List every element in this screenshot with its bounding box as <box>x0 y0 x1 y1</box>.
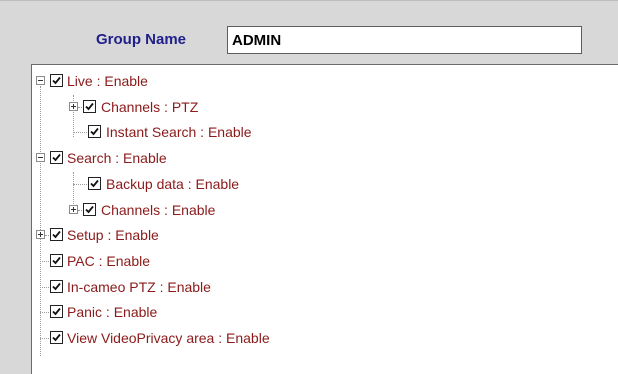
tree-node-label: Panic : Enable <box>67 304 158 320</box>
tree-node-panic[interactable]: Panic : Enable <box>32 303 272 321</box>
collapse-icon[interactable] <box>36 76 45 85</box>
tree-node-backup-data[interactable]: Backup data : Enable <box>32 175 332 193</box>
tree-node-label: Backup data : Enable <box>106 176 240 192</box>
permission-tree: Live : Enable Channels : PTZ Instant Sea… <box>32 65 618 374</box>
group-name-input[interactable] <box>227 26 582 54</box>
tree-node-label: PAC : Enable <box>67 253 151 269</box>
expand-icon[interactable] <box>69 205 78 214</box>
collapse-icon[interactable] <box>36 153 45 162</box>
tree-node-label: Instant Search : Enable <box>106 124 252 140</box>
tree-node-label: Setup : Enable <box>67 227 159 243</box>
checkbox-checked-icon[interactable] <box>50 228 63 241</box>
tree-node-pac[interactable]: PAC : Enable <box>32 252 272 270</box>
tree-node-label: In-cameo PTZ : Enable <box>67 279 211 295</box>
tree-node-label: Channels : Enable <box>101 202 216 218</box>
tree-node-instant-search[interactable]: Instant Search : Enable <box>32 123 332 141</box>
checkbox-checked-icon[interactable] <box>50 254 63 267</box>
tree-node-label: View VideoPrivacy area : Enable <box>67 330 270 346</box>
checkbox-checked-icon[interactable] <box>50 331 63 344</box>
checkbox-checked-icon[interactable] <box>83 100 96 113</box>
checkbox-checked-icon[interactable] <box>83 203 96 216</box>
tree-node-label: Channels : PTZ <box>101 99 199 115</box>
checkbox-checked-icon[interactable] <box>50 305 63 318</box>
tree-node-setup[interactable]: Setup : Enable <box>32 226 272 244</box>
tree-node-label: Live : Enable <box>67 73 148 89</box>
permission-dialog: Group Name Live : Enable <box>0 0 618 374</box>
group-name-label: Group Name <box>96 31 187 48</box>
expand-icon[interactable] <box>69 102 78 111</box>
tree-node-in-cameo-ptz[interactable]: In-cameo PTZ : Enable <box>32 278 292 296</box>
tree-node-search-channels[interactable]: Channels : Enable <box>32 201 292 219</box>
tree-node-search[interactable]: Search : Enable <box>32 149 272 167</box>
checkbox-checked-icon[interactable] <box>50 151 63 164</box>
tree-node-live-channels[interactable]: Channels : PTZ <box>32 98 272 116</box>
tree-node-live[interactable]: Live : Enable <box>32 72 272 90</box>
checkbox-checked-icon[interactable] <box>50 280 63 293</box>
group-name-row: Group Name <box>0 23 618 55</box>
checkbox-checked-icon[interactable] <box>50 74 63 87</box>
checkbox-checked-icon[interactable] <box>88 177 101 190</box>
tree-node-label: Search : Enable <box>67 150 167 166</box>
permission-tree-panel[interactable]: Live : Enable Channels : PTZ Instant Sea… <box>31 64 618 374</box>
expand-icon[interactable] <box>36 230 45 239</box>
tree-node-view-video-privacy[interactable]: View VideoPrivacy area : Enable <box>32 329 352 347</box>
checkbox-checked-icon[interactable] <box>88 125 101 138</box>
